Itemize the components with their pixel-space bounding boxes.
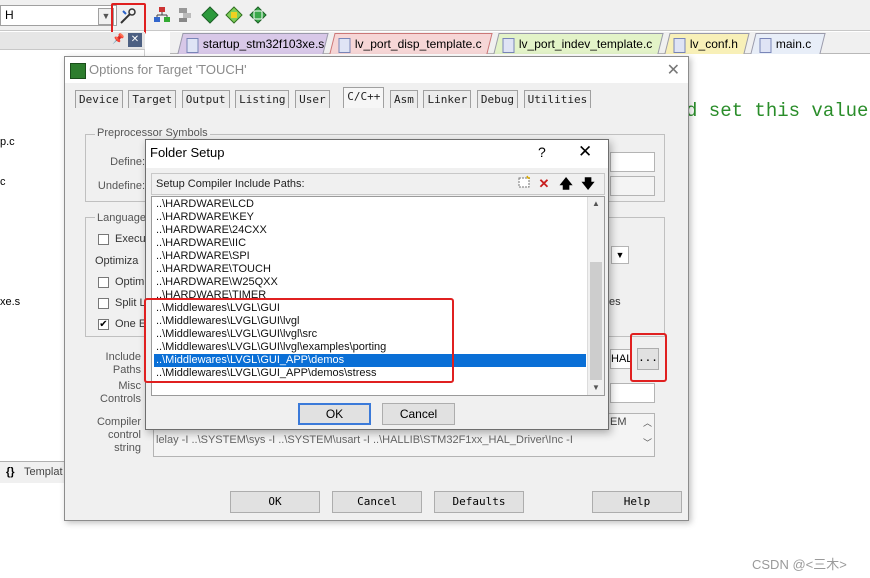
chevron-down-icon[interactable]: ▼ [611, 246, 629, 264]
project-file-item[interactable]: xe.s [0, 296, 20, 308]
list-item[interactable]: ..\HARDWARE\W25QXX [154, 276, 586, 289]
tab-startup-file[interactable]: startup_stm32f103xe.s [177, 33, 329, 54]
delete-icon[interactable]: ✕ [535, 175, 553, 193]
define-field[interactable] [610, 152, 655, 172]
undefine-field[interactable] [610, 176, 655, 196]
list-item[interactable]: ..\HARDWARE\IIC [154, 237, 586, 250]
manage-project-icon[interactable] [152, 6, 172, 26]
optimize-time-label: Optimi [115, 276, 147, 288]
file-icon [338, 38, 351, 53]
green-diamond-icon[interactable] [200, 6, 220, 26]
undefine-label: Undefine: [97, 180, 145, 192]
compiler-control-text: lelay -I ..\SYSTEM\sys -I ..\SYSTEM\usar… [156, 434, 573, 446]
language-group-label: Language [95, 212, 148, 224]
tab-output[interactable]: Output [181, 90, 230, 108]
options-ok-button[interactable]: OK [230, 491, 320, 513]
tab-asm[interactable]: Asm [389, 90, 418, 108]
tab-linker[interactable]: Linker [423, 90, 472, 108]
tab-lv-port-disp[interactable]: lv_port_disp_template.c [329, 33, 493, 54]
folder-setup-dialog: Folder Setup ? ✕ Setup Compiler Include … [144, 139, 609, 430]
split-load-label: Split L [115, 297, 146, 309]
scrollbar-thumb[interactable] [590, 262, 602, 380]
project-file-item[interactable]: c [0, 176, 6, 188]
list-item[interactable]: ..\HARDWARE\24CXX [154, 224, 586, 237]
tab-lv-port-indev[interactable]: lv_port_indev_template.c [493, 33, 664, 54]
software-packs-icon[interactable] [248, 6, 268, 26]
target-combo[interactable]: H ▼ [0, 5, 117, 26]
misc-controls-label: Misc Controls [100, 380, 141, 405]
tab-templates[interactable]: Templat [24, 466, 63, 478]
pin-icon[interactable]: 📌 [112, 34, 124, 45]
include-paths-header-label: Setup Compiler Include Paths: [156, 178, 305, 190]
option-label-tail: es [609, 296, 621, 308]
options-help-button[interactable]: Help [592, 491, 682, 513]
optimization-label: Optimiza [95, 255, 139, 267]
browse-button-highlight [630, 333, 667, 382]
compiler-control-label: Compiler control string [96, 416, 141, 454]
define-label: Define: [110, 156, 145, 168]
tab-user[interactable]: User [295, 90, 330, 108]
folder-cancel-button[interactable]: Cancel [382, 403, 455, 425]
include-paths-label: Include Paths [105, 351, 141, 376]
code-comment: d set this value [686, 100, 869, 122]
options-cancel-button[interactable]: Cancel [332, 491, 422, 513]
middlewares-paths-highlight [144, 298, 454, 383]
close-icon[interactable]: ✕ [128, 33, 142, 47]
project-file-item[interactable]: p.c [0, 136, 15, 148]
options-tabs: Device Target Output Listing User C/C++ … [75, 87, 592, 110]
chevron-down-icon[interactable]: ﹀ [643, 436, 652, 449]
file-icon [673, 38, 686, 53]
tab-target[interactable]: Target [128, 90, 177, 108]
file-icon [502, 38, 515, 53]
folder-setup-titlebar: Folder Setup ? ✕ [146, 140, 608, 168]
tab-c-cpp[interactable]: C/C++ [343, 87, 385, 108]
help-icon[interactable]: ? [538, 144, 546, 160]
new-folder-icon[interactable] [515, 175, 533, 193]
tab-utilities[interactable]: Utilities [523, 90, 592, 108]
close-icon[interactable]: ✕ [578, 142, 592, 162]
options-defaults-button[interactable]: Defaults [434, 491, 524, 513]
one-elf-label: One E [115, 318, 147, 330]
one-elf-checkbox[interactable]: ✔ [98, 319, 109, 330]
tab-listing[interactable]: Listing [235, 90, 290, 108]
folder-ok-button[interactable]: OK [298, 403, 371, 425]
tab-lv-conf[interactable]: lv_conf.h [664, 33, 750, 54]
chevron-up-icon[interactable]: ︿ [643, 416, 652, 429]
list-item[interactable]: ..\HARDWARE\SPI [154, 250, 586, 263]
scroll-down-icon[interactable]: ▼ [588, 381, 604, 395]
folder-setup-title: Folder Setup [150, 145, 225, 160]
watermark: CSDN @<三木> [752, 557, 847, 572]
keil-icon [70, 63, 86, 79]
scroll-up-icon[interactable]: ▲ [588, 197, 604, 211]
preprocessor-group-label: Preprocessor Symbols [95, 127, 210, 139]
include-paths-field[interactable]: HAL [610, 349, 632, 369]
list-item[interactable]: ..\HARDWARE\TOUCH [154, 263, 586, 276]
file-icon [759, 38, 772, 53]
execute-only-label: Execu [115, 233, 146, 245]
pack-installer-icon[interactable] [224, 6, 244, 26]
target-combo-value: H [5, 8, 14, 22]
split-load-checkbox[interactable] [98, 298, 109, 309]
compiler-control-tail: EM [610, 416, 627, 428]
include-paths-header: Setup Compiler Include Paths: ✕ 🡅 🡇 [151, 173, 605, 195]
move-down-icon[interactable]: 🡇 [579, 175, 597, 193]
options-dialog-titlebar: Options for Target 'TOUCH' ✕ [65, 57, 688, 83]
tab-debug[interactable]: Debug [476, 90, 518, 108]
close-icon[interactable]: ✕ [667, 60, 680, 80]
move-up-icon[interactable]: 🡅 [557, 175, 575, 193]
list-item[interactable]: ..\HARDWARE\KEY [154, 211, 586, 224]
list-item[interactable]: ..\HARDWARE\LCD [154, 198, 586, 211]
file-extensions-icon[interactable] [176, 6, 196, 26]
misc-controls-field[interactable] [610, 383, 655, 403]
list-scrollbar[interactable]: ▲ ▼ [587, 197, 604, 395]
tab-main-c[interactable]: main.c [750, 33, 826, 54]
functions-icon[interactable]: {} [6, 466, 15, 478]
file-icon [186, 38, 199, 53]
options-dialog-title: Options for Target 'TOUCH' [89, 62, 247, 77]
optimize-time-checkbox[interactable] [98, 277, 109, 288]
tab-device[interactable]: Device [75, 90, 123, 108]
execute-only-checkbox[interactable] [98, 234, 109, 245]
options-button-highlight [111, 3, 146, 34]
